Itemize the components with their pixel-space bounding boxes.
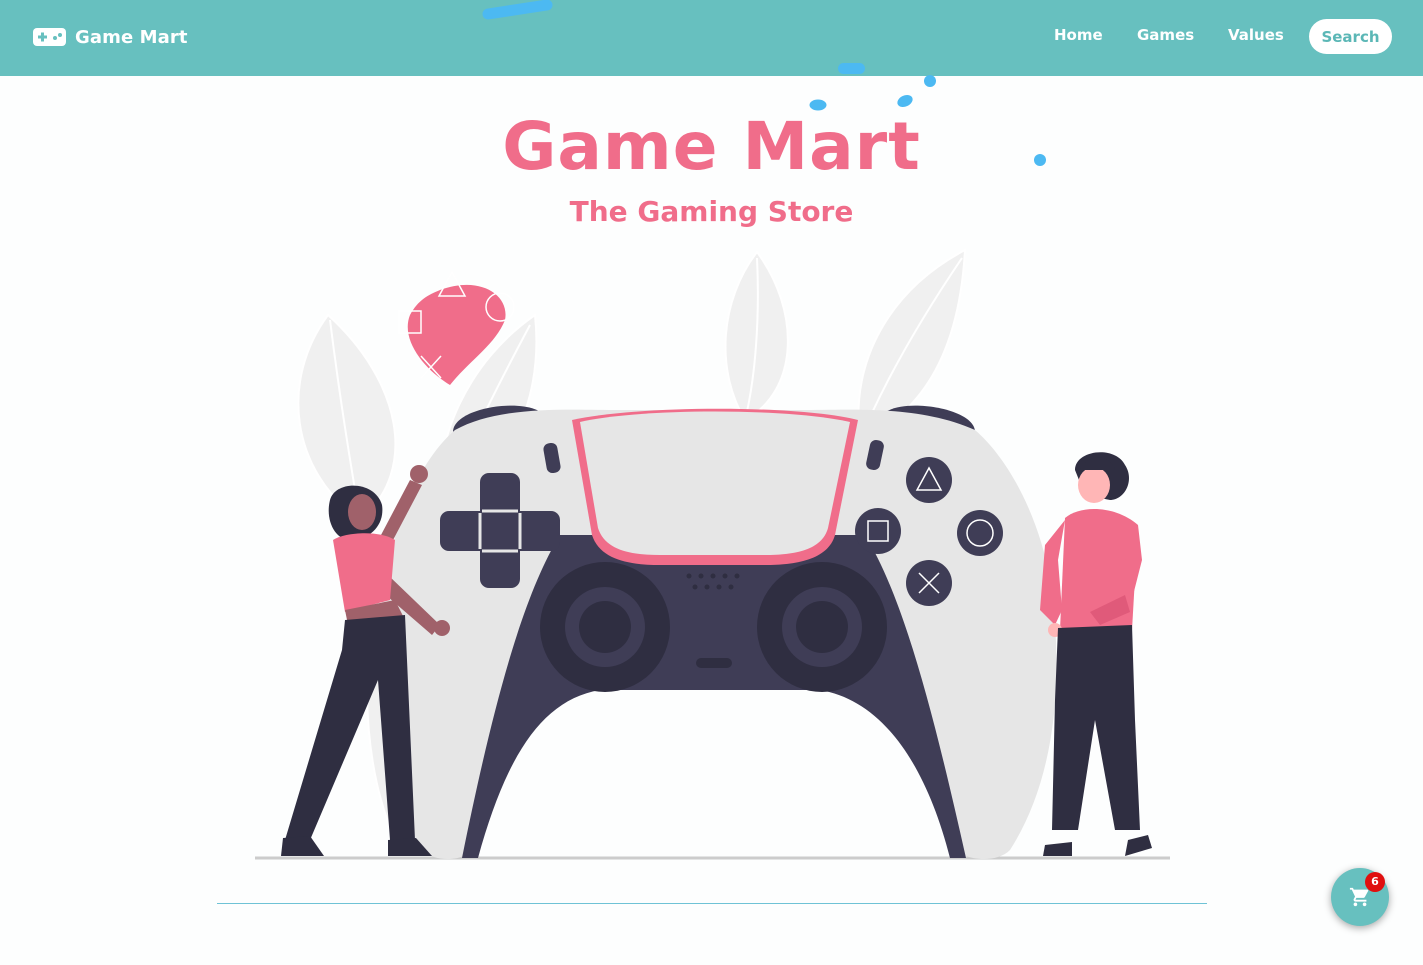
gaming-illustration — [255, 248, 1170, 860]
search-button[interactable]: Search — [1309, 19, 1392, 54]
gamepad-icon — [33, 28, 66, 46]
cart-count-badge: 6 — [1365, 872, 1385, 892]
nav-values[interactable]: Values — [1228, 26, 1284, 44]
brand-name: Game Mart — [75, 26, 188, 48]
hero-subtitle: The Gaming Store — [569, 195, 854, 228]
nav-games[interactable]: Games — [1137, 26, 1194, 44]
brand-link[interactable]: Game Mart — [33, 22, 188, 52]
section-divider — [217, 903, 1207, 904]
nav-home[interactable]: Home — [1054, 26, 1103, 44]
navbar: Game Mart Home Games Values Search — [0, 0, 1423, 76]
man-figure — [1040, 452, 1152, 856]
game-controller — [378, 405, 1057, 860]
hero-title: Game Mart — [502, 108, 921, 185]
